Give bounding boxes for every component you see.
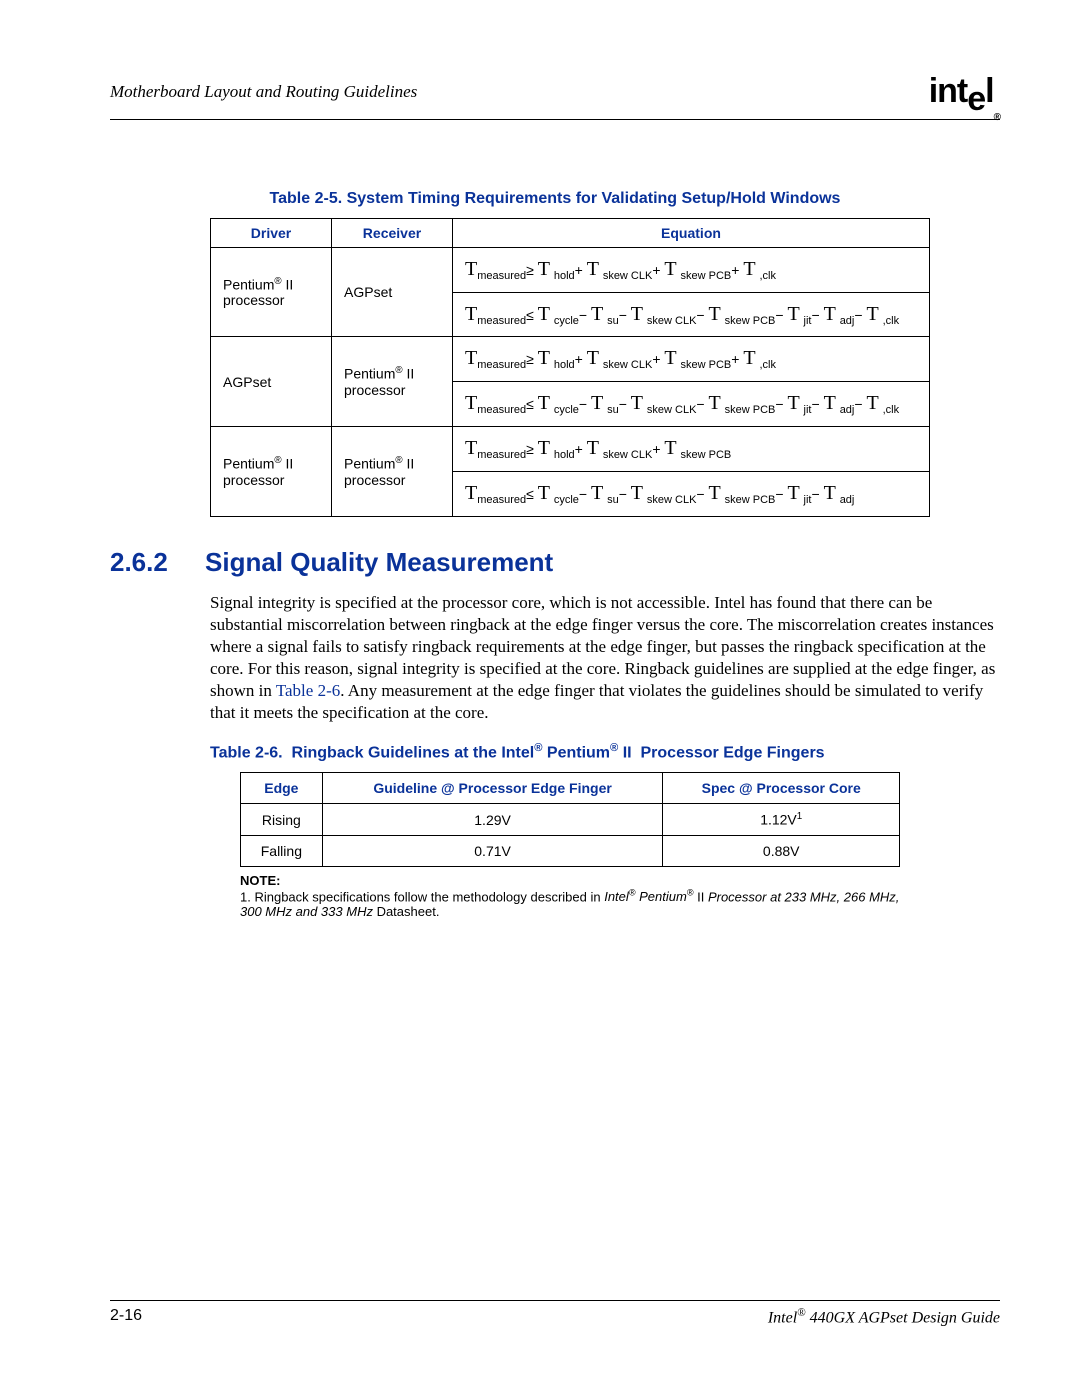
table-2-5: Driver Receiver Equation Pentium® II pro… <box>210 218 930 517</box>
t5-equation: Tmeasured≤ T cycle− T su− T skew CLK− T … <box>453 292 930 337</box>
t5-h-equation: Equation <box>453 218 930 247</box>
t5-receiver: AGPset <box>332 247 453 337</box>
t5-receiver: Pentium® II processor <box>332 426 453 516</box>
t5-equation: Tmeasured≤ T cycle− T su− T skew CLK− T … <box>453 382 930 427</box>
page-header: Motherboard Layout and Routing Guideline… <box>110 72 1000 119</box>
t5-driver: AGPset <box>211 337 332 427</box>
t6-guideline: 1.29V <box>322 804 663 836</box>
t6-h-guideline: Guideline @ Processor Edge Finger <box>322 773 663 804</box>
table-2-6-note: NOTE: 1. Ringback specifications follow … <box>240 873 900 919</box>
table-2-6: Edge Guideline @ Processor Edge Finger S… <box>240 772 900 867</box>
t6-guideline: 0.71V <box>322 836 663 867</box>
header-rule <box>110 119 1000 120</box>
t5-equation: Tmeasured≥ T hold+ T skew CLK+ T skew PC… <box>453 337 930 382</box>
section-title: Signal Quality Measurement <box>205 547 553 577</box>
table-2-6-link[interactable]: Table 2-6 <box>276 681 340 700</box>
t5-h-receiver: Receiver <box>332 218 453 247</box>
t5-receiver: Pentium® II processor <box>332 337 453 427</box>
header-section-title: Motherboard Layout and Routing Guideline… <box>110 82 417 102</box>
t6-edge: Rising <box>241 804 323 836</box>
t5-driver: Pentium® II processor <box>211 247 332 337</box>
t6-h-spec: Spec @ Processor Core <box>663 773 900 804</box>
t5-equation: Tmeasured≥ T hold+ T skew CLK+ T skew PC… <box>453 247 930 292</box>
page-footer: 2-16 Intel® 440GX AGPset Design Guide <box>110 1300 1000 1327</box>
table-2-6-caption: Table 2-6. Ringback Guidelines at the In… <box>210 742 1000 762</box>
table-2-5-caption: Table 2-5. System Timing Requirements fo… <box>110 190 1000 208</box>
t6-spec: 0.88V <box>663 836 900 867</box>
t5-h-driver: Driver <box>211 218 332 247</box>
section-paragraph: Signal integrity is specified at the pro… <box>210 592 1000 725</box>
t6-h-edge: Edge <box>241 773 323 804</box>
t5-equation: Tmeasured≥ T hold+ T skew CLK+ T skew PC… <box>453 426 930 471</box>
section-number: 2.6.2 <box>110 547 205 578</box>
t5-driver: Pentium® II processor <box>211 426 332 516</box>
section-heading: 2.6.2Signal Quality Measurement <box>110 547 1000 578</box>
t6-spec: 1.12V1 <box>663 804 900 836</box>
footer-doc-title: Intel® 440GX AGPset Design Guide <box>768 1307 1000 1327</box>
footer-page-number: 2-16 <box>110 1307 142 1327</box>
intel-logo: intel® <box>929 72 1000 113</box>
t6-edge: Falling <box>241 836 323 867</box>
t5-equation: Tmeasured≤ T cycle− T su− T skew CLK− T … <box>453 471 930 516</box>
